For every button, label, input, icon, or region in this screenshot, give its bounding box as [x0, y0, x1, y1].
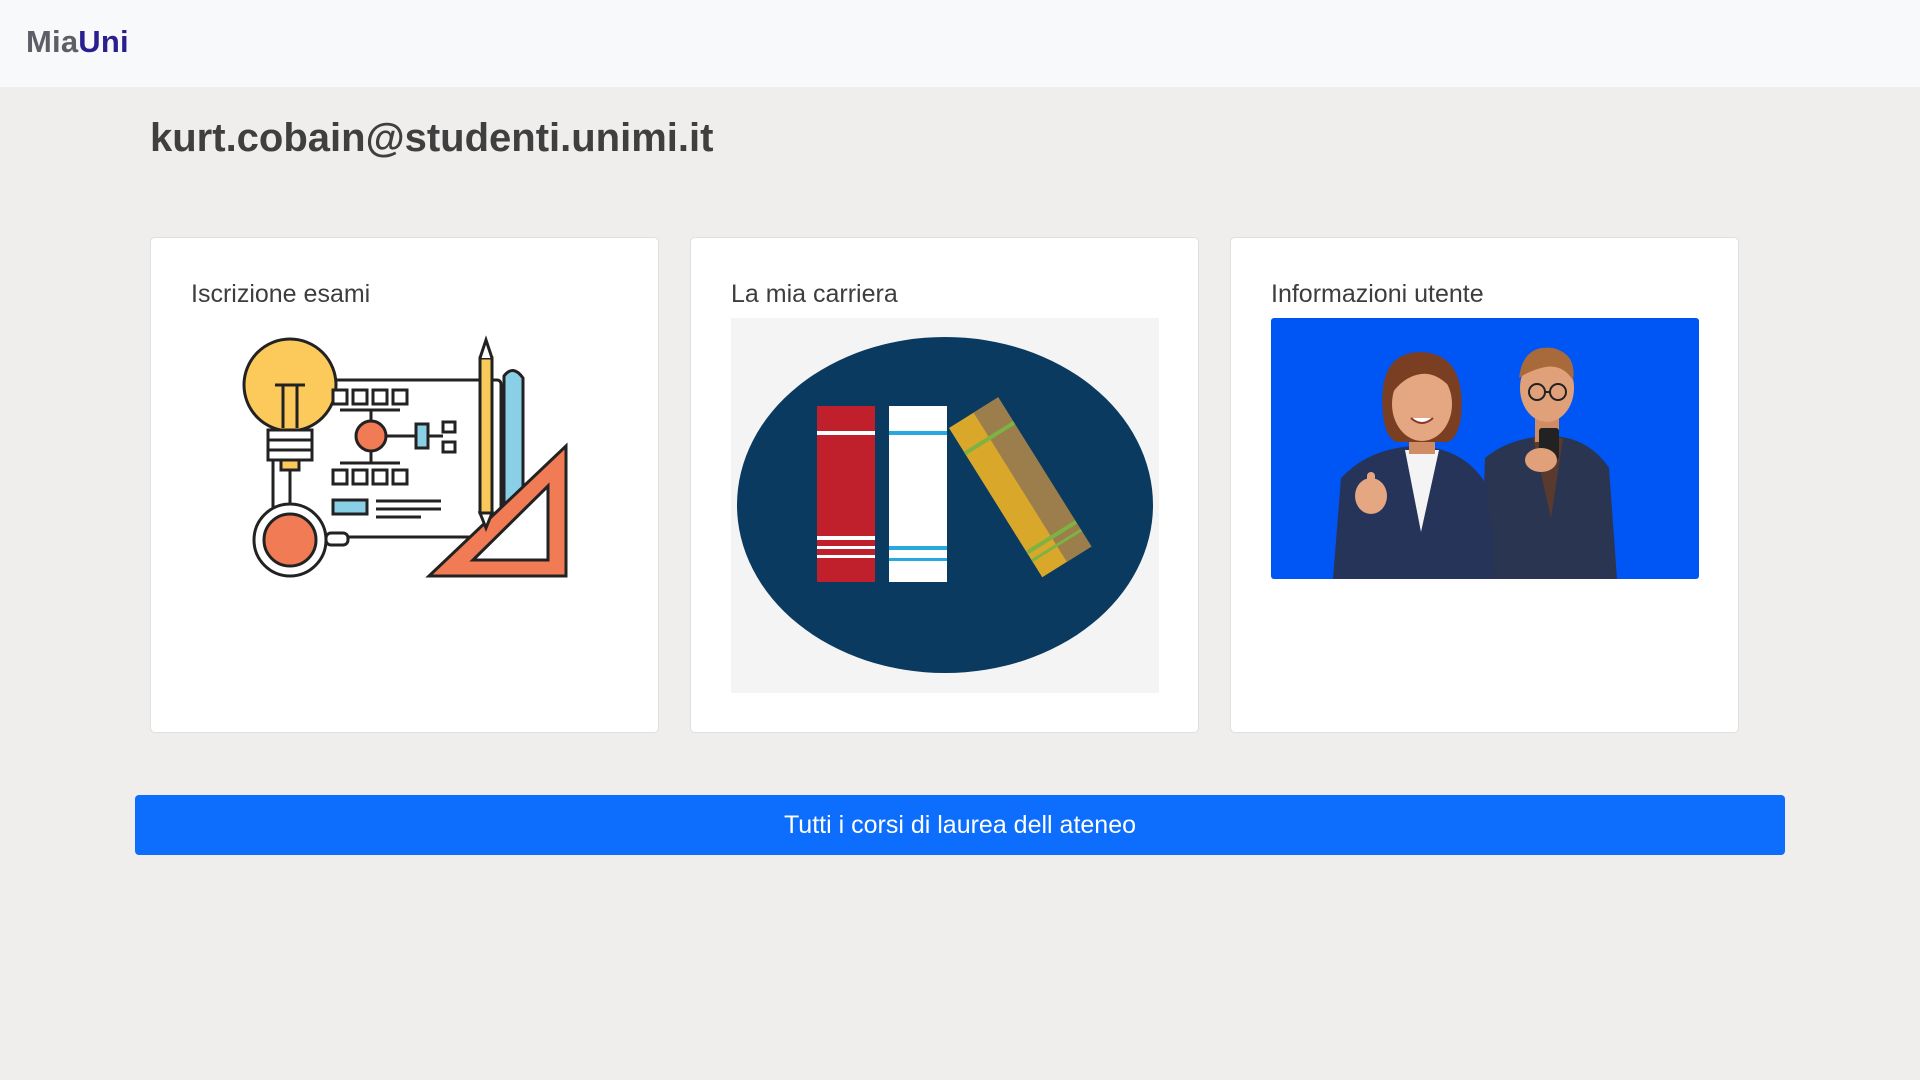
books-illustration [731, 318, 1159, 693]
brand-mia: Mia [26, 24, 79, 59]
card-la-mia-carriera[interactable]: La mia carriera [690, 237, 1199, 733]
user-email-heading: kurt.cobain@studenti.unimi.it [150, 116, 714, 160]
card-title: Informazioni utente [1271, 280, 1484, 308]
brand-logo-link[interactable]: MiaUni [26, 24, 129, 60]
card-informazioni-utente[interactable]: Informazioni utente [1230, 237, 1739, 733]
card-title: La mia carriera [731, 280, 898, 308]
card-iscrizione-esami[interactable]: Iscrizione esami [150, 237, 659, 733]
exam-planning-illustration [191, 318, 619, 586]
brand-uni: Uni [78, 24, 129, 59]
card-title: Iscrizione esami [191, 280, 371, 308]
top-navbar: MiaUni [0, 0, 1920, 87]
users-illustration [1271, 318, 1699, 579]
all-degree-courses-button[interactable]: Tutti i corsi di laurea dell ateneo [135, 795, 1785, 855]
